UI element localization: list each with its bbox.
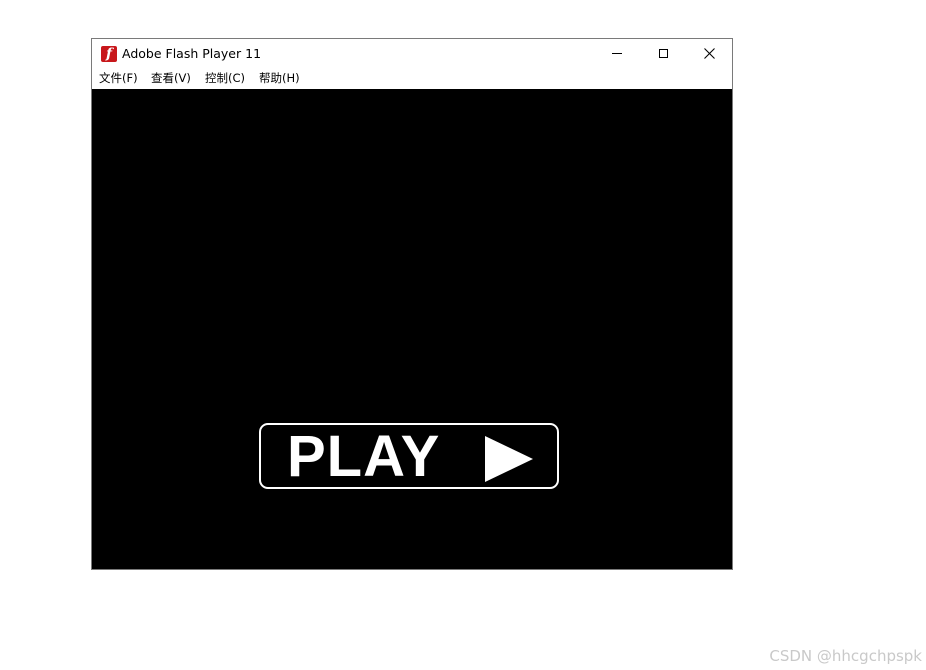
window-title: Adobe Flash Player 11 <box>122 46 262 61</box>
menu-control[interactable]: 控制(C) <box>205 71 245 86</box>
menu-help[interactable]: 帮助(H) <box>259 71 300 86</box>
play-label: PLAY <box>287 424 441 489</box>
menu-file[interactable]: 文件(F) <box>99 71 138 86</box>
title-bar[interactable]: f Adobe Flash Player 11 <box>92 39 732 68</box>
minimize-icon <box>612 53 622 54</box>
menu-view[interactable]: 查看(V) <box>151 71 191 86</box>
menu-bar: 文件(F) 查看(V) 控制(C) 帮助(H) <box>92 68 732 88</box>
maximize-icon <box>658 49 668 58</box>
play-triangle-icon <box>485 436 533 482</box>
watermark: CSDN @hhcgchpspk <box>769 647 922 665</box>
flash-stage[interactable]: PLAY <box>92 89 732 569</box>
minimize-button[interactable] <box>594 39 640 68</box>
close-icon <box>703 48 715 59</box>
flash-player-icon: f <box>101 46 117 62</box>
flash-player-window: f Adobe Flash Player 11 文件(F) 查看(V) 控制(C… <box>91 38 733 570</box>
close-button[interactable] <box>686 39 732 68</box>
play-button[interactable]: PLAY <box>259 423 559 489</box>
maximize-button[interactable] <box>640 39 686 68</box>
